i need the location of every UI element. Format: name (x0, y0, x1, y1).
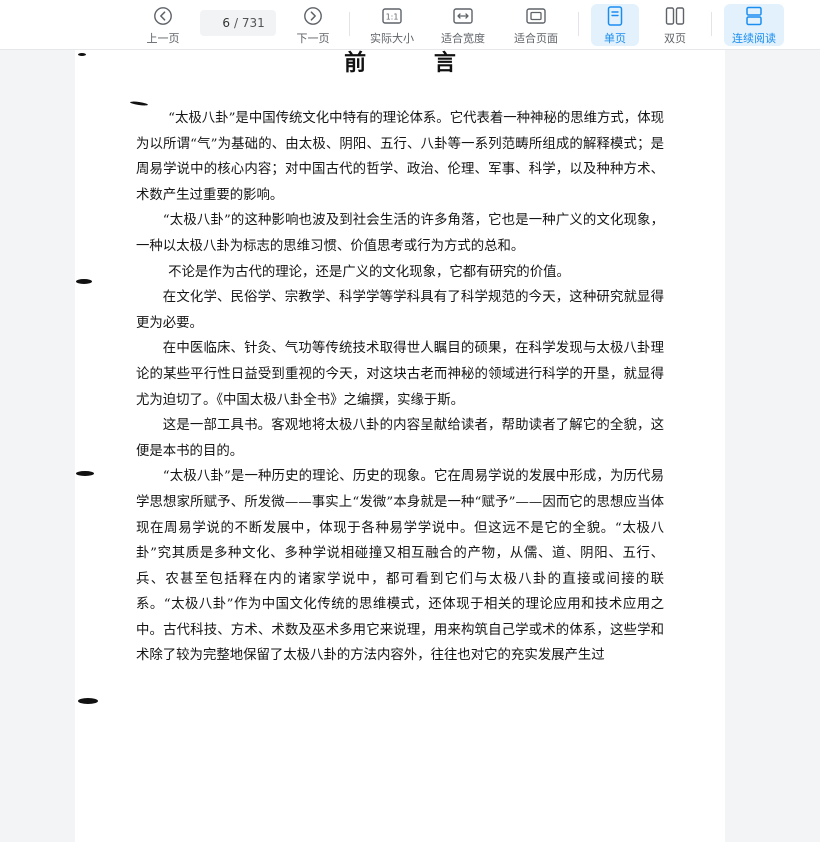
page-indicator: / 731 (200, 10, 276, 36)
scan-mark (78, 53, 86, 56)
paragraph: 这是一部工具书。客观地将太极八卦的内容呈献给读者，帮助读者了解它的全貌，这便是本… (136, 418, 664, 459)
paragraph: 在中医临床、针灸、气功等传统技术取得世人瞩目的硕果，在科学发现与太极八卦理论的某… (136, 341, 664, 408)
continuous-scroll-icon (744, 5, 764, 26)
fit-width-icon (453, 5, 473, 26)
document-body: “太极八卦”是中国传统文化中特有的理论体系。它代表着一种神秘的思维方式，体现为以… (136, 106, 664, 669)
fit-width-button[interactable]: 适合宽度 (436, 4, 490, 46)
continuous-reading-label: 连续阅读 (732, 32, 776, 45)
fit-width-label: 适合宽度 (441, 32, 485, 45)
paragraph: “太极八卦”的这种影响也波及到社会生活的许多角落，它也是一种广义的文化现象，一种… (136, 213, 664, 254)
toolbar-divider (349, 12, 350, 36)
circle-chevron-right-icon (303, 5, 323, 26)
fit-page-button[interactable]: 适合页面 (509, 4, 563, 46)
actual-size-label: 实际大小 (370, 32, 414, 45)
page-total: / 731 (234, 16, 265, 30)
actual-size-button[interactable]: 1:1 实际大小 (365, 4, 419, 46)
scan-mark (78, 698, 98, 704)
single-page-label: 单页 (604, 32, 626, 45)
toolbar-divider (578, 12, 579, 36)
one-to-one-icon: 1:1 (382, 5, 402, 26)
viewer-toolbar: 上一页 / 731 下一页 1:1 实际大小 适合宽度 适合页面 单页 (0, 0, 820, 50)
prev-page-label: 上一页 (146, 32, 180, 45)
scan-mark (76, 279, 92, 284)
circle-chevron-left-icon (153, 5, 173, 26)
fit-page-label: 适合页面 (514, 32, 558, 45)
prev-page-button[interactable]: 上一页 (142, 4, 184, 46)
double-page-label: 双页 (664, 32, 686, 45)
next-page-button[interactable]: 下一页 (292, 4, 334, 46)
double-page-button[interactable]: 双页 (651, 4, 699, 46)
svg-text:1:1: 1:1 (386, 12, 399, 21)
paragraph: 在文化学、民俗学、宗教学、科学学等学科具有了科学规范的今天，这种研究就显得更为必… (136, 290, 664, 331)
fit-page-icon (526, 5, 546, 26)
single-page-icon (607, 5, 623, 26)
double-page-icon (665, 5, 685, 26)
scan-mark (76, 471, 94, 476)
paragraph: 不论是作为古代的理论，还是广义的文化现象，它都有研究的价值。 (168, 264, 570, 280)
paragraph: “太极八卦”是中国传统文化中特有的理论体系。它代表着一种神秘的思维方式，体现为以… (136, 111, 664, 203)
page-title: 前 言 (344, 50, 486, 76)
page-number-input[interactable] (200, 16, 230, 30)
single-page-button[interactable]: 单页 (591, 4, 639, 46)
next-page-label: 下一页 (296, 32, 330, 45)
toolbar-divider (711, 12, 712, 36)
paragraph: “太极八卦”是一种历史的理论、历史的现象。它在周易学说的发展中形成，为历代易学思… (136, 469, 664, 664)
document-page: 前 言 “太极八卦”是中国传统文化中特有的理论体系。它代表着一种神秘的思维方式，… (75, 50, 725, 842)
continuous-reading-button[interactable]: 连续阅读 (724, 4, 784, 46)
